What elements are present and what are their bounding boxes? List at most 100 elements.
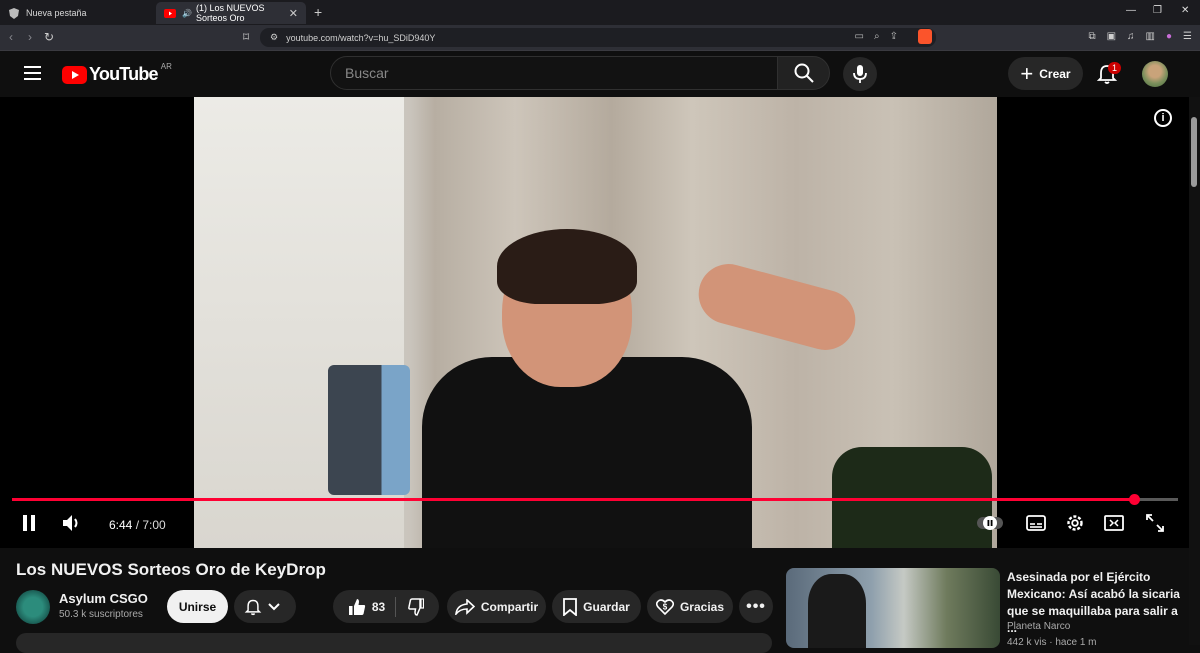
recommendation-channel[interactable]: Planeta Narco	[1007, 621, 1070, 632]
sidebar-icon[interactable]: ▥	[1146, 31, 1155, 42]
share-icon[interactable]: ⇪	[890, 31, 898, 42]
youtube-header: YouTube AR + Crear 1	[0, 51, 1200, 97]
save-label: Guardar	[583, 599, 630, 614]
cast-icon[interactable]: ▭	[855, 31, 864, 42]
video-heater	[328, 365, 410, 495]
more-horizontal-icon: •••	[746, 597, 766, 615]
voice-search-button[interactable]	[843, 57, 877, 91]
theater-mode-button[interactable]	[1102, 511, 1126, 535]
time-separator: /	[132, 518, 143, 532]
maximize-icon[interactable]: ❐	[1153, 5, 1162, 16]
search-button[interactable]	[777, 56, 830, 90]
tab-youtube[interactable]: 🔊 (1) Los NUEVOS Sorteos Oro ✕	[156, 2, 306, 24]
url-text: youtube.com/watch?v=hu_SDiD940Y	[286, 32, 436, 43]
dislike-button[interactable]	[406, 597, 425, 616]
progress-bar[interactable]	[12, 494, 1178, 505]
video-title: Los NUEVOS Sorteos Oro de KeyDrop	[16, 560, 326, 579]
chevron-down-icon	[268, 602, 280, 610]
thumbs-up-icon	[348, 598, 365, 615]
info-icon[interactable]: i	[1154, 109, 1172, 127]
wallet-icon[interactable]: ▣	[1107, 31, 1116, 42]
description-box[interactable]	[16, 633, 772, 653]
volume-button[interactable]	[60, 511, 84, 535]
gear-icon	[1067, 515, 1083, 531]
thanks-button[interactable]: $ Gracias	[647, 590, 733, 623]
svg-text:$: $	[663, 602, 668, 611]
reload-icon[interactable]: ↻	[44, 30, 54, 44]
youtube-logo[interactable]: YouTube AR	[62, 62, 172, 85]
fullscreen-button[interactable]	[1143, 511, 1167, 535]
subscriber-count: 50.3 k suscriptores	[59, 609, 143, 620]
share-button[interactable]: Compartir	[447, 590, 546, 623]
join-button[interactable]: Unirse	[167, 590, 228, 623]
video-player[interactable]: i 6:44 / 7:00	[0, 97, 1189, 548]
notification-badge: 1	[1108, 62, 1122, 74]
current-time: 6:44	[109, 518, 133, 532]
more-actions-button[interactable]: •••	[739, 590, 773, 623]
duration: 7:00	[142, 518, 166, 532]
like-divider	[395, 596, 397, 617]
time-display: 6:44 / 7:00	[109, 518, 166, 532]
bookmark-save-icon	[563, 597, 578, 616]
subscribe-notifications-button[interactable]	[234, 590, 296, 623]
subtitles-button[interactable]	[1024, 511, 1048, 535]
thumbnail-figure	[808, 574, 866, 648]
channel-avatar[interactable]	[16, 590, 50, 624]
close-window-icon[interactable]: ✕	[1181, 5, 1189, 16]
video-arm	[691, 257, 863, 357]
channel-name[interactable]: Asylum CSGO	[59, 591, 148, 606]
bell-icon	[244, 599, 262, 615]
bookmark-icon[interactable]: ⌑	[243, 30, 249, 44]
settings-button[interactable]	[1063, 511, 1087, 535]
save-button[interactable]: Guardar	[552, 590, 641, 623]
plus-icon: +	[1020, 60, 1034, 86]
search-input[interactable]	[331, 57, 777, 89]
super-thanks-icon: $	[655, 598, 674, 615]
new-tab-button[interactable]: +	[314, 4, 322, 20]
video-person	[422, 229, 992, 548]
scrollbar-thumb[interactable]	[1191, 117, 1197, 187]
like-dislike-group: 83	[333, 590, 439, 623]
volume-icon	[63, 515, 78, 531]
tab-label: Nueva pestaña	[26, 8, 87, 18]
speaker-icon: 🔊	[182, 8, 192, 18]
tab-new[interactable]: Nueva pestaña	[0, 2, 150, 24]
leo-icon[interactable]: ●	[1166, 31, 1172, 42]
page-scrollbar[interactable]	[1189, 97, 1200, 645]
theater-icon	[1104, 515, 1124, 531]
pause-icon	[23, 515, 35, 531]
url-actions: ▭ ⌕ ⇪	[855, 31, 898, 42]
url-field[interactable]: ⚙ youtube.com/watch?v=hu_SDiD940Y ▭ ⌕ ⇪	[260, 28, 936, 47]
menu-icon[interactable]: ☰	[1183, 31, 1192, 42]
recommendation-thumbnail[interactable]	[786, 568, 1000, 648]
forward-icon[interactable]: ›	[28, 30, 32, 44]
back-icon[interactable]: ‹	[9, 30, 13, 44]
brave-shield-icon	[8, 7, 20, 19]
logo-text: YouTube	[89, 64, 159, 84]
search-icon	[794, 63, 814, 83]
join-label: Unirse	[178, 599, 217, 614]
progress-scrubber[interactable]	[1128, 494, 1140, 505]
share-label: Compartir	[480, 599, 539, 614]
zoom-icon[interactable]: ⌕	[874, 31, 880, 42]
pause-button[interactable]	[18, 511, 40, 535]
menu-hamburger-icon[interactable]	[24, 66, 41, 80]
autoplay-toggle[interactable]	[975, 511, 1005, 535]
youtube-play-icon	[62, 65, 87, 84]
create-label: Crear	[1039, 66, 1071, 81]
extensions-icon[interactable]: ⧉	[1088, 31, 1095, 42]
like-button[interactable]: 83	[348, 598, 385, 616]
account-avatar[interactable]	[1142, 61, 1168, 87]
browser-tab-strip: Nueva pestaña 🔊 (1) Los NUEVOS Sorteos O…	[0, 0, 1200, 25]
tab-label: (1) Los NUEVOS Sorteos Oro	[195, 3, 265, 23]
media-icon[interactable]: ♫	[1127, 31, 1135, 42]
address-bar: ‹ › ↻ ⌑ ⚙ youtube.com/watch?v=hu_SDiD940…	[0, 25, 1200, 51]
brave-shields-icon[interactable]	[918, 29, 932, 44]
create-button[interactable]: + Crear	[1008, 57, 1083, 90]
minimize-icon[interactable]: —	[1126, 5, 1136, 16]
like-count: 83	[371, 599, 386, 614]
video-hair	[497, 229, 637, 304]
search-box	[330, 56, 778, 90]
site-settings-icon[interactable]: ⚙	[270, 32, 278, 43]
close-tab-icon[interactable]: ✕	[289, 7, 298, 20]
